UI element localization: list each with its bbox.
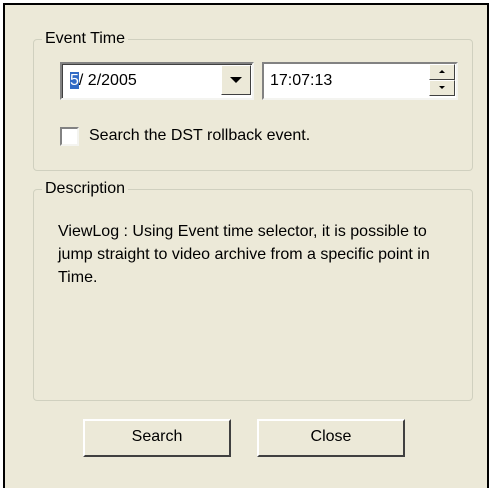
close-button[interactable]: Close (257, 419, 405, 457)
event-time-group-label: Event Time (42, 29, 129, 49)
time-spin-up-button[interactable] (429, 64, 455, 80)
dst-checkbox-label[interactable]: Search the DST rollback event. (89, 124, 310, 148)
description-group: Description ViewLog : Using Event time s… (33, 179, 473, 401)
date-picker[interactable]: 5/ 2/2005 (60, 62, 254, 100)
date-value[interactable]: 5/ 2/2005 (70, 69, 137, 93)
description-text: ViewLog : Using Event time selector, it … (58, 223, 430, 286)
event-time-group: Event Time 5/ 2/2005 17:07:13 Search the… (33, 29, 473, 171)
event-time-dialog: Event Time 5/ 2/2005 17:07:13 Search the… (3, 3, 489, 488)
time-spinner[interactable]: 17:07:13 (262, 62, 458, 100)
time-spin-down-button[interactable] (429, 80, 455, 96)
date-dropdown-button[interactable] (221, 65, 251, 95)
time-value[interactable]: 17:07:13 (270, 69, 332, 93)
date-month-selected[interactable]: 5 (70, 72, 79, 89)
search-button[interactable]: Search (83, 419, 231, 457)
spin-down-icon (439, 86, 445, 89)
date-rest: / 2/2005 (78, 72, 137, 89)
spin-up-icon (439, 70, 445, 73)
dst-checkbox[interactable] (60, 126, 79, 146)
description-group-label: Description (42, 179, 129, 199)
dst-checkbox-row[interactable]: Search the DST rollback event. (60, 124, 310, 148)
chevron-down-icon (230, 77, 242, 83)
